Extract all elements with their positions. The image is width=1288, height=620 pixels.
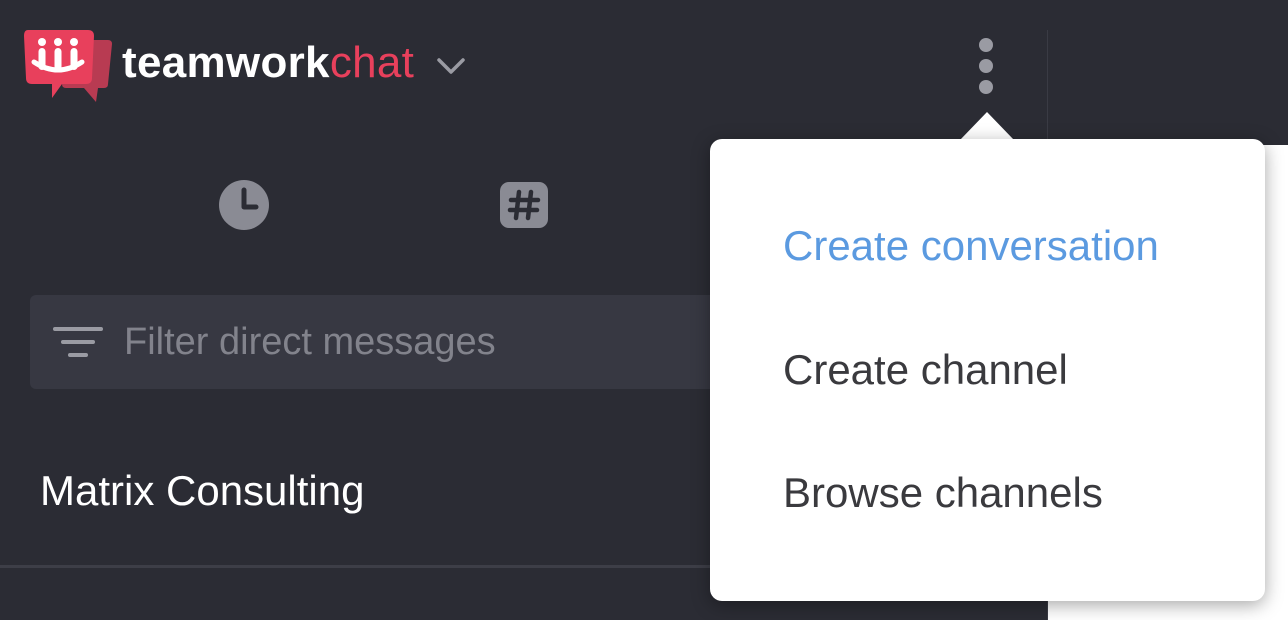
brand-name-secondary: chat (329, 38, 415, 87)
filter-field (30, 295, 730, 389)
menu-pointer-arrow (960, 112, 1014, 140)
more-options-button[interactable] (968, 34, 1004, 100)
chevron-down-icon (434, 49, 468, 83)
app-window: teamworkchat Filter direct messages Matr… (0, 0, 1288, 620)
brand-name-primary: teamwork (122, 38, 330, 87)
clock-icon (219, 180, 269, 230)
filter-lines-icon (53, 327, 103, 357)
teamwork-chat-logo-icon (22, 26, 114, 106)
menu-item-create-channel[interactable]: Create channel (783, 345, 1068, 395)
tab-channels[interactable] (496, 177, 552, 233)
more-options-menu: Create conversation Create channel Brows… (710, 139, 1265, 601)
hash-icon (500, 182, 548, 228)
brand-switcher[interactable]: teamworkchat (22, 26, 468, 106)
brand-name: teamworkchat (122, 41, 414, 85)
menu-item-browse-channels[interactable]: Browse channels (783, 468, 1103, 518)
filter-direct-messages-input[interactable] (124, 295, 724, 389)
menu-item-create-conversation[interactable]: Create conversation (783, 221, 1159, 271)
organization-name[interactable]: Matrix Consulting (40, 466, 364, 516)
kebab-vertical-icon (979, 38, 993, 94)
tab-recent[interactable] (216, 177, 272, 233)
